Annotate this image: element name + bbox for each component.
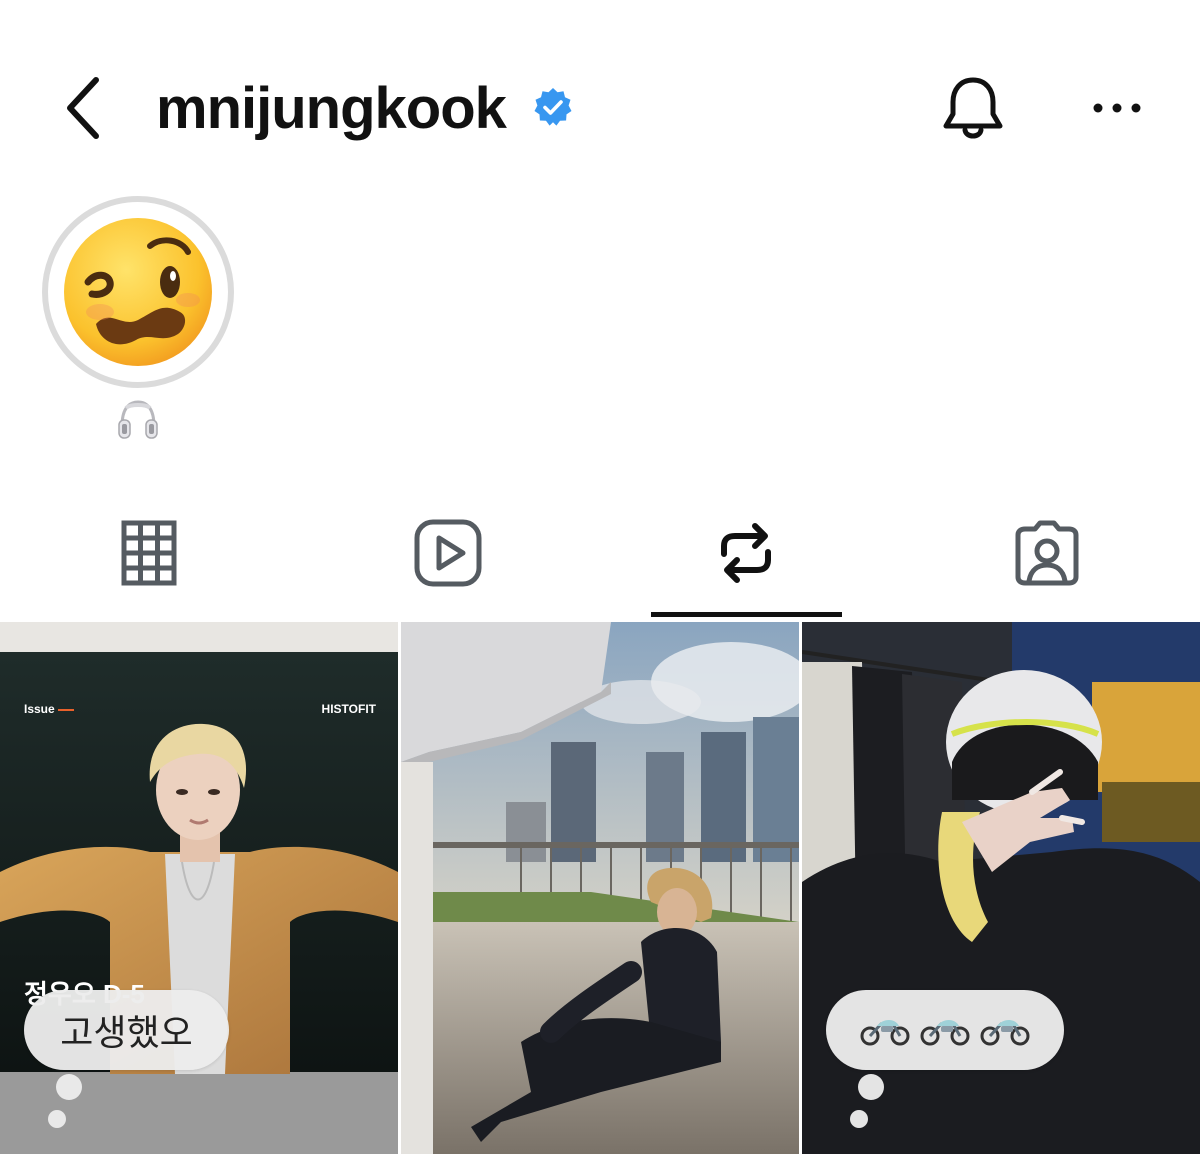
repost-icon (721, 523, 771, 583)
grid-icon (121, 520, 177, 586)
motorcycle-icon (920, 1020, 970, 1046)
tab-reposts[interactable] (701, 508, 791, 598)
tab-tagged[interactable] (1002, 508, 1092, 598)
headphones-icon (118, 400, 158, 439)
more-horizontal-icon (1093, 103, 1141, 113)
profile-avatar[interactable] (42, 196, 234, 388)
note-bubble-tail (56, 1074, 82, 1100)
bell-icon (943, 77, 1003, 139)
note-bubble-1[interactable]: 고생했오 (24, 990, 229, 1070)
tagged-icon (1015, 520, 1079, 586)
tab-reels[interactable] (403, 508, 493, 598)
magazine-issue-label: Issue (24, 702, 74, 716)
verified-badge-icon (534, 88, 572, 126)
profile-screen: mnijungkook Issue HISTOFIT 고생했오 (0, 0, 1200, 1154)
post-tile-1[interactable]: Issue HISTOFIT 정우오 D-5 고생했오 (0, 622, 398, 1154)
magazine-brand-label: HISTOFIT (321, 702, 376, 716)
reels-icon (414, 519, 482, 587)
note-bubble-tail (858, 1074, 884, 1100)
active-tab-indicator (651, 612, 842, 617)
woozy-face-emoji-icon (64, 218, 212, 366)
note-bubble-3[interactable] (826, 990, 1064, 1070)
more-options-button[interactable] (1090, 96, 1144, 120)
profile-username: mnijungkook (156, 76, 507, 141)
note-bubble-dot (48, 1110, 66, 1128)
post-tile-3[interactable] (802, 622, 1200, 1154)
post-3-image (802, 622, 1200, 1154)
motorcycle-icon (860, 1020, 910, 1046)
post-tile-2[interactable] (401, 622, 799, 1154)
tab-posts-grid[interactable] (104, 508, 194, 598)
back-button[interactable] (60, 74, 108, 142)
chevron-left-icon (67, 77, 99, 139)
note-bubble-dot (850, 1110, 868, 1128)
note-text-1: 고생했오 (60, 1013, 193, 1054)
notifications-button[interactable] (940, 72, 1006, 144)
motorcycle-icon (980, 1020, 1030, 1046)
post-2-image (401, 622, 799, 1154)
